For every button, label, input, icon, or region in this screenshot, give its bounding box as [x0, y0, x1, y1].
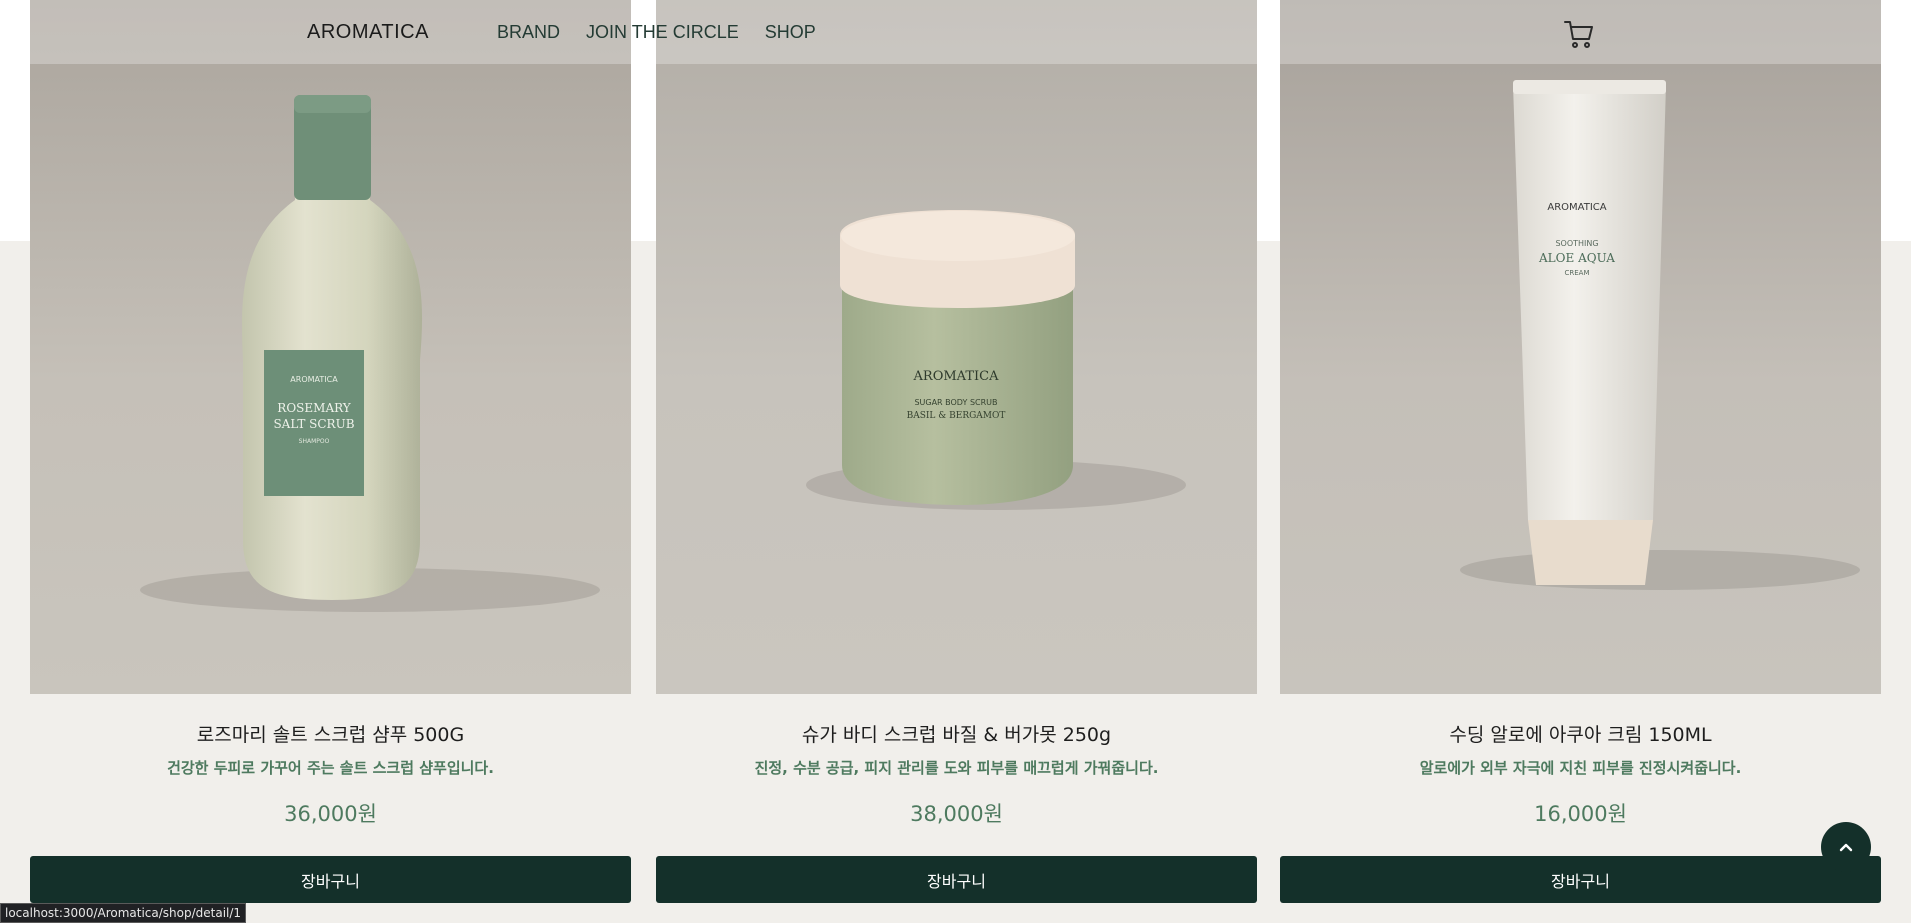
site-header: AROMATICA BRAND JOIN THE CIRCLE SHOP	[0, 0, 1911, 64]
label-line3: SHAMPOO	[299, 438, 330, 445]
product-price: 16,000원	[1534, 802, 1627, 826]
status-bar-url: localhost:3000/Aromatica/shop/detail/1	[0, 903, 247, 923]
product-description: 건강한 두피로 가꾸어 주는 솔트 스크럽 샴푸입니다.	[167, 759, 494, 777]
product-description: 진정, 수분 공급, 피지 관리를 도와 피부를 매끄럽게 가꿔줍니다.	[754, 759, 1159, 777]
label-line3: CREAM	[1564, 269, 1589, 277]
brand-logo[interactable]: AROMATICA	[307, 21, 429, 44]
label-brand: AROMATICA	[290, 375, 338, 384]
product-image[interactable]: AROMATICA ROSEMARY SALT SCRUB SHAMPOO	[30, 0, 631, 694]
product-name[interactable]: 수딩 알로에 아쿠아 크림 150ML	[1280, 720, 1881, 747]
label-line1: SOOTHING	[1555, 239, 1598, 248]
add-to-cart-button[interactable]: 장바구니	[656, 856, 1257, 903]
label-brand: AROMATICA	[1547, 202, 1606, 213]
product-description: 알로에가 외부 자극에 지친 피부를 진정시켜줍니다.	[1419, 759, 1742, 777]
scroll-to-top-button[interactable]	[1821, 822, 1871, 872]
product-name[interactable]: 슈가 바디 스크럽 바질 & 버가못 250g	[656, 720, 1257, 747]
chevron-up-icon	[1839, 843, 1853, 852]
product-price: 36,000원	[284, 802, 377, 826]
main-nav: BRAND JOIN THE CIRCLE SHOP	[497, 22, 816, 43]
nav-shop[interactable]: SHOP	[765, 22, 816, 43]
product-image[interactable]: AROMATICA SOOTHING ALOE AQUA CREAM	[1280, 0, 1881, 694]
product-price: 38,000원	[910, 802, 1003, 826]
nav-brand[interactable]: BRAND	[497, 22, 560, 43]
product-image[interactable]: AROMATICA SUGAR BODY SCRUB BASIL & BERGA…	[656, 0, 1257, 694]
cart-icon[interactable]	[1563, 18, 1595, 50]
label-line2: SALT SCRUB	[273, 417, 354, 431]
product-name[interactable]: 로즈마리 솔트 스크럽 샴푸 500G	[30, 720, 631, 747]
product-card[interactable]: AROMATICA ROSEMARY SALT SCRUB SHAMPOO 로즈…	[30, 0, 631, 905]
product-card[interactable]: AROMATICA SUGAR BODY SCRUB BASIL & BERGA…	[656, 0, 1257, 905]
label-line1: ROSEMARY	[277, 401, 351, 415]
product-card[interactable]: AROMATICA SOOTHING ALOE AQUA CREAM 수딩 알로…	[1280, 0, 1881, 905]
add-to-cart-button[interactable]: 장바구니	[30, 856, 631, 903]
add-to-cart-button[interactable]: 장바구니	[1280, 856, 1881, 903]
label-line1: SUGAR BODY SCRUB	[914, 398, 997, 407]
label-brand: AROMATICA	[913, 369, 1000, 384]
label-line2: ALOE AQUA	[1538, 251, 1615, 265]
label-line2: BASIL & BERGAMOT	[907, 411, 1006, 421]
nav-join-the-circle[interactable]: JOIN THE CIRCLE	[586, 22, 739, 43]
